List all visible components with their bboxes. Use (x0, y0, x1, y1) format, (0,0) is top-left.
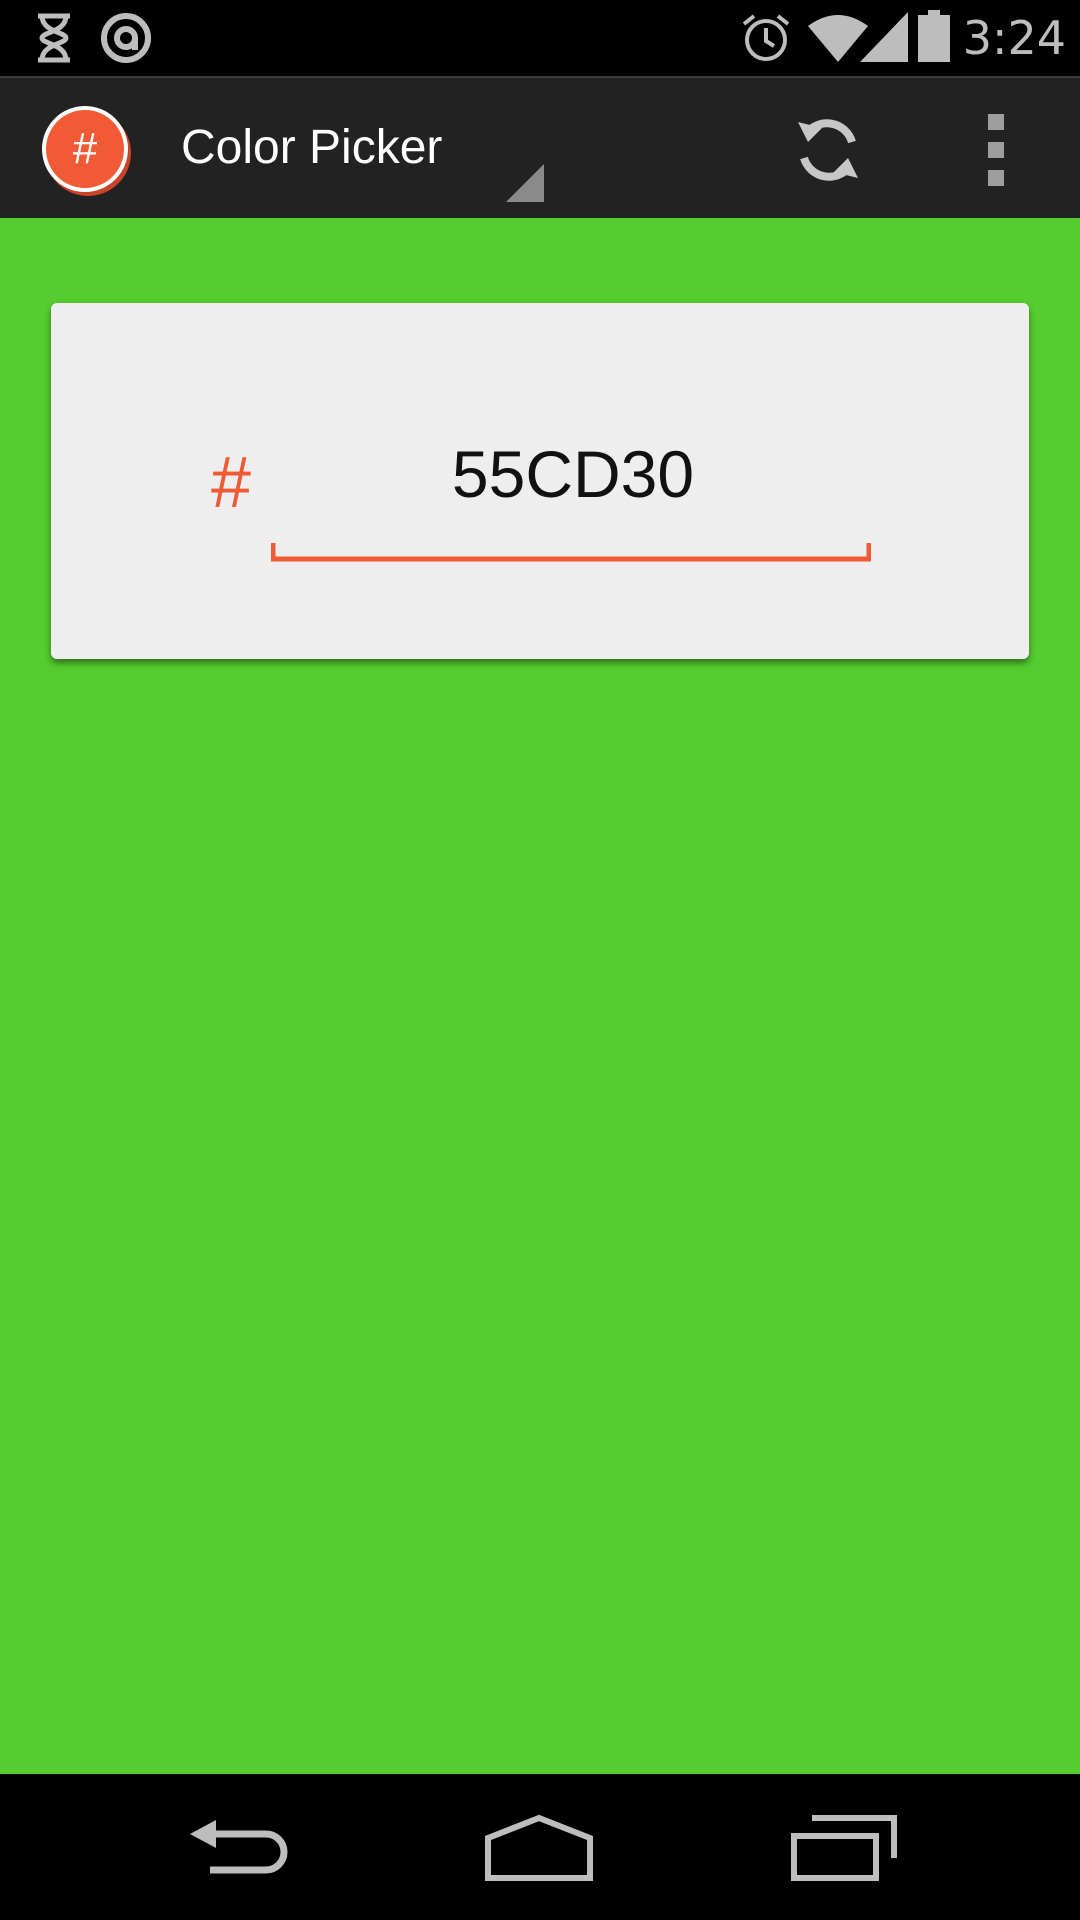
overflow-menu-icon[interactable] (980, 110, 1012, 190)
home-icon[interactable] (484, 1814, 594, 1884)
action-bar: # Color Picker (0, 76, 1080, 218)
hex-color-input[interactable] (271, 423, 875, 525)
refresh-icon[interactable] (790, 112, 866, 188)
app-title[interactable]: Color Picker (181, 118, 442, 178)
navigation-bar (0, 1774, 1080, 1920)
signal-icon (860, 12, 908, 62)
back-icon[interactable] (186, 1814, 296, 1884)
recent-apps-icon[interactable] (790, 1814, 900, 1884)
input-underline (271, 543, 871, 562)
status-bar: 3:24 (0, 0, 1080, 76)
spinner-dropdown-icon[interactable] (506, 164, 544, 202)
alarm-icon (742, 14, 790, 61)
hourglass-icon (38, 13, 70, 63)
battery-icon (918, 10, 950, 62)
swirl-icon (101, 13, 151, 63)
color-preview-area: # (0, 218, 1080, 1774)
hash-label: # (211, 443, 252, 523)
hex-input-card: # (51, 303, 1029, 659)
wifi-icon (808, 15, 868, 62)
status-time: 3:24 (962, 11, 1066, 65)
app-icon[interactable]: # (42, 106, 128, 192)
